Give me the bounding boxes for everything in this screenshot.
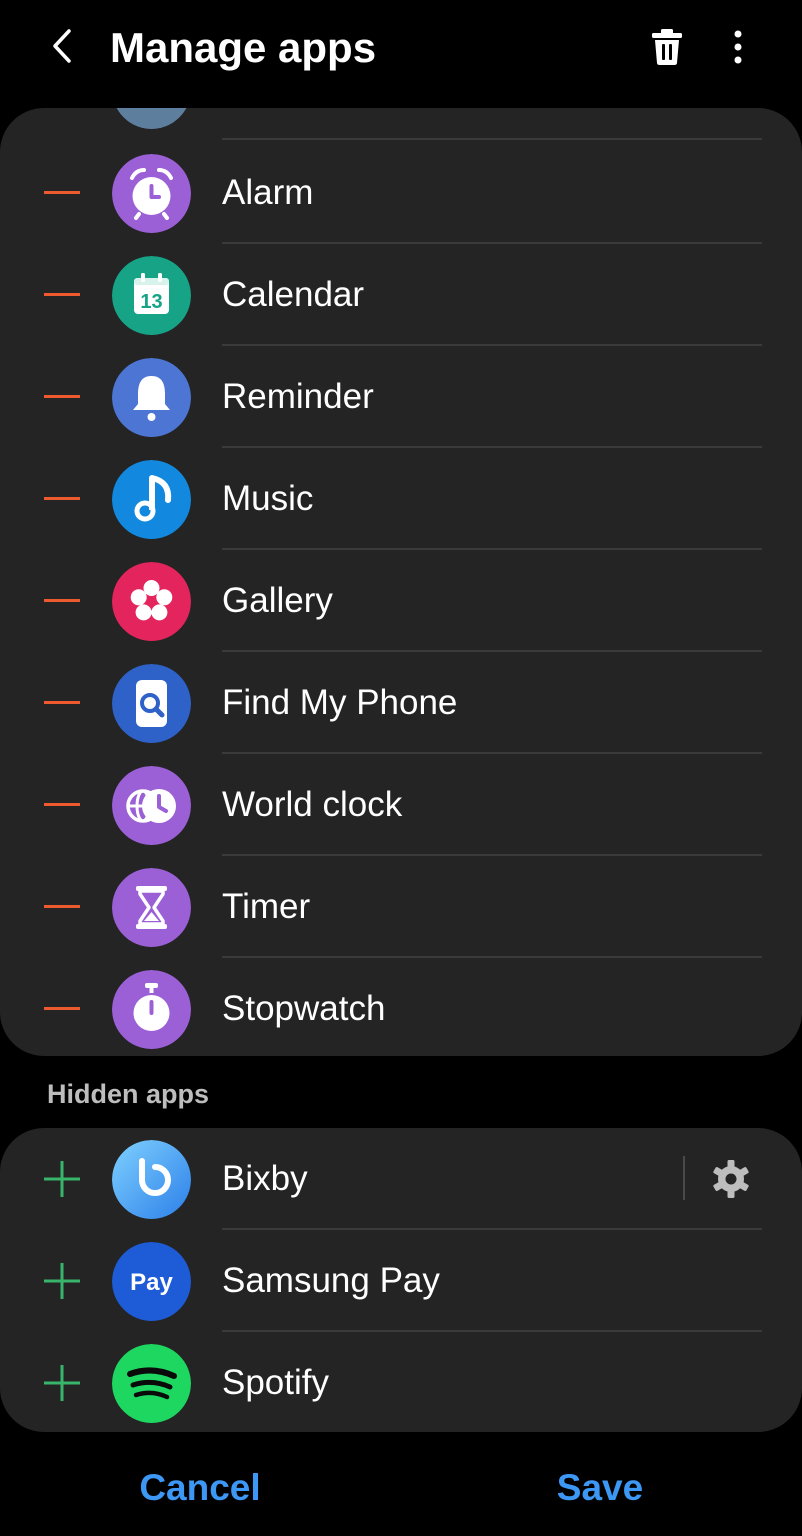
remove-button[interactable]	[38, 987, 86, 1031]
world-clock-icon	[112, 766, 191, 845]
spotify-icon	[112, 1344, 191, 1423]
list-item-label: Spotify	[222, 1363, 329, 1402]
more-options-icon	[734, 30, 742, 64]
list-item-timer[interactable]: Timer	[0, 856, 802, 958]
list-item-alarm[interactable]: Alarm	[0, 142, 802, 244]
gear-icon	[713, 1160, 749, 1198]
bixby-icon	[112, 1140, 191, 1219]
plus-icon	[44, 1161, 80, 1197]
settings-icon	[112, 108, 191, 129]
list-item-label: Reminder	[222, 377, 374, 416]
minus-icon	[44, 803, 80, 806]
list-item-label: Samsung Pay	[222, 1261, 440, 1300]
vertical-divider	[683, 1156, 685, 1200]
pay-logo-text: Pay	[130, 1269, 173, 1296]
remove-button[interactable]	[38, 171, 86, 215]
cancel-button[interactable]: Cancel	[100, 1458, 300, 1518]
more-options-button[interactable]	[714, 22, 762, 72]
remove-button[interactable]	[38, 579, 86, 623]
timer-icon	[112, 868, 191, 947]
remove-button[interactable]	[38, 783, 86, 827]
plus-icon	[44, 1263, 80, 1299]
list-item-settings[interactable]	[0, 108, 802, 140]
list-item-label: Music	[222, 479, 314, 518]
remove-button[interactable]	[38, 681, 86, 725]
visible-apps-list: Alarm 13 Calendar Reminder Music Gallery…	[0, 108, 802, 1056]
divider	[222, 138, 762, 140]
list-item-label: Calendar	[222, 275, 365, 314]
hidden-apps-heading: Hidden apps	[47, 1079, 210, 1109]
minus-icon	[44, 191, 80, 194]
list-item-reminder[interactable]: Reminder	[0, 346, 802, 448]
plus-icon	[44, 1365, 80, 1401]
list-item-stopwatch[interactable]: Stopwatch	[0, 958, 802, 1056]
stopwatch-icon	[112, 970, 191, 1049]
minus-icon	[44, 395, 80, 398]
minus-icon	[44, 905, 80, 908]
bixby-settings-button[interactable]	[706, 1156, 756, 1202]
alarm-icon	[112, 154, 191, 233]
list-item-find-my-phone[interactable]: Find My Phone	[0, 652, 802, 754]
list-item-label: World clock	[222, 785, 403, 824]
list-item-calendar[interactable]: 13 Calendar	[0, 244, 802, 346]
calendar-day-number: 13	[140, 291, 162, 313]
remove-button[interactable]	[38, 477, 86, 521]
minus-icon	[44, 701, 80, 704]
list-item-label: Alarm	[222, 173, 314, 212]
remove-button[interactable]	[38, 885, 86, 929]
list-item-label: Gallery	[222, 581, 333, 620]
list-item-spotify[interactable]: Spotify	[0, 1332, 802, 1432]
list-item-label: Bixby	[222, 1159, 308, 1198]
app-header: Manage apps	[0, 0, 802, 100]
list-item-label: Stopwatch	[222, 989, 386, 1028]
remove-button[interactable]	[38, 273, 86, 317]
minus-icon	[44, 1007, 80, 1010]
minus-icon	[44, 497, 80, 500]
gallery-icon	[112, 562, 191, 641]
list-item-music[interactable]: Music	[0, 448, 802, 550]
add-button[interactable]	[38, 1157, 86, 1201]
calendar-icon: 13	[112, 256, 191, 335]
list-item-bixby[interactable]: Bixby	[0, 1128, 802, 1230]
list-item-label: Timer	[222, 887, 311, 926]
minus-icon	[44, 599, 80, 602]
reminder-icon	[112, 358, 191, 437]
music-icon	[112, 460, 191, 539]
remove-button[interactable]	[38, 375, 86, 419]
hidden-apps-list: Bixby Pay Samsung Pay Spotify	[0, 1128, 802, 1432]
list-item-samsung-pay[interactable]: Pay Samsung Pay	[0, 1230, 802, 1332]
samsung-pay-icon: Pay	[112, 1242, 191, 1321]
back-button[interactable]	[38, 22, 86, 70]
delete-button[interactable]	[642, 22, 692, 72]
back-arrow-icon	[53, 29, 71, 63]
list-item-world-clock[interactable]: World clock	[0, 754, 802, 856]
add-button[interactable]	[38, 1259, 86, 1303]
find-my-phone-icon	[112, 664, 191, 743]
page-title: Manage apps	[110, 24, 377, 71]
list-item-gallery[interactable]: Gallery	[0, 550, 802, 652]
save-button[interactable]: Save	[500, 1458, 700, 1518]
list-item-label: Find My Phone	[222, 683, 458, 722]
trash-icon	[652, 29, 682, 65]
minus-icon	[44, 293, 80, 296]
add-button[interactable]	[38, 1361, 86, 1405]
